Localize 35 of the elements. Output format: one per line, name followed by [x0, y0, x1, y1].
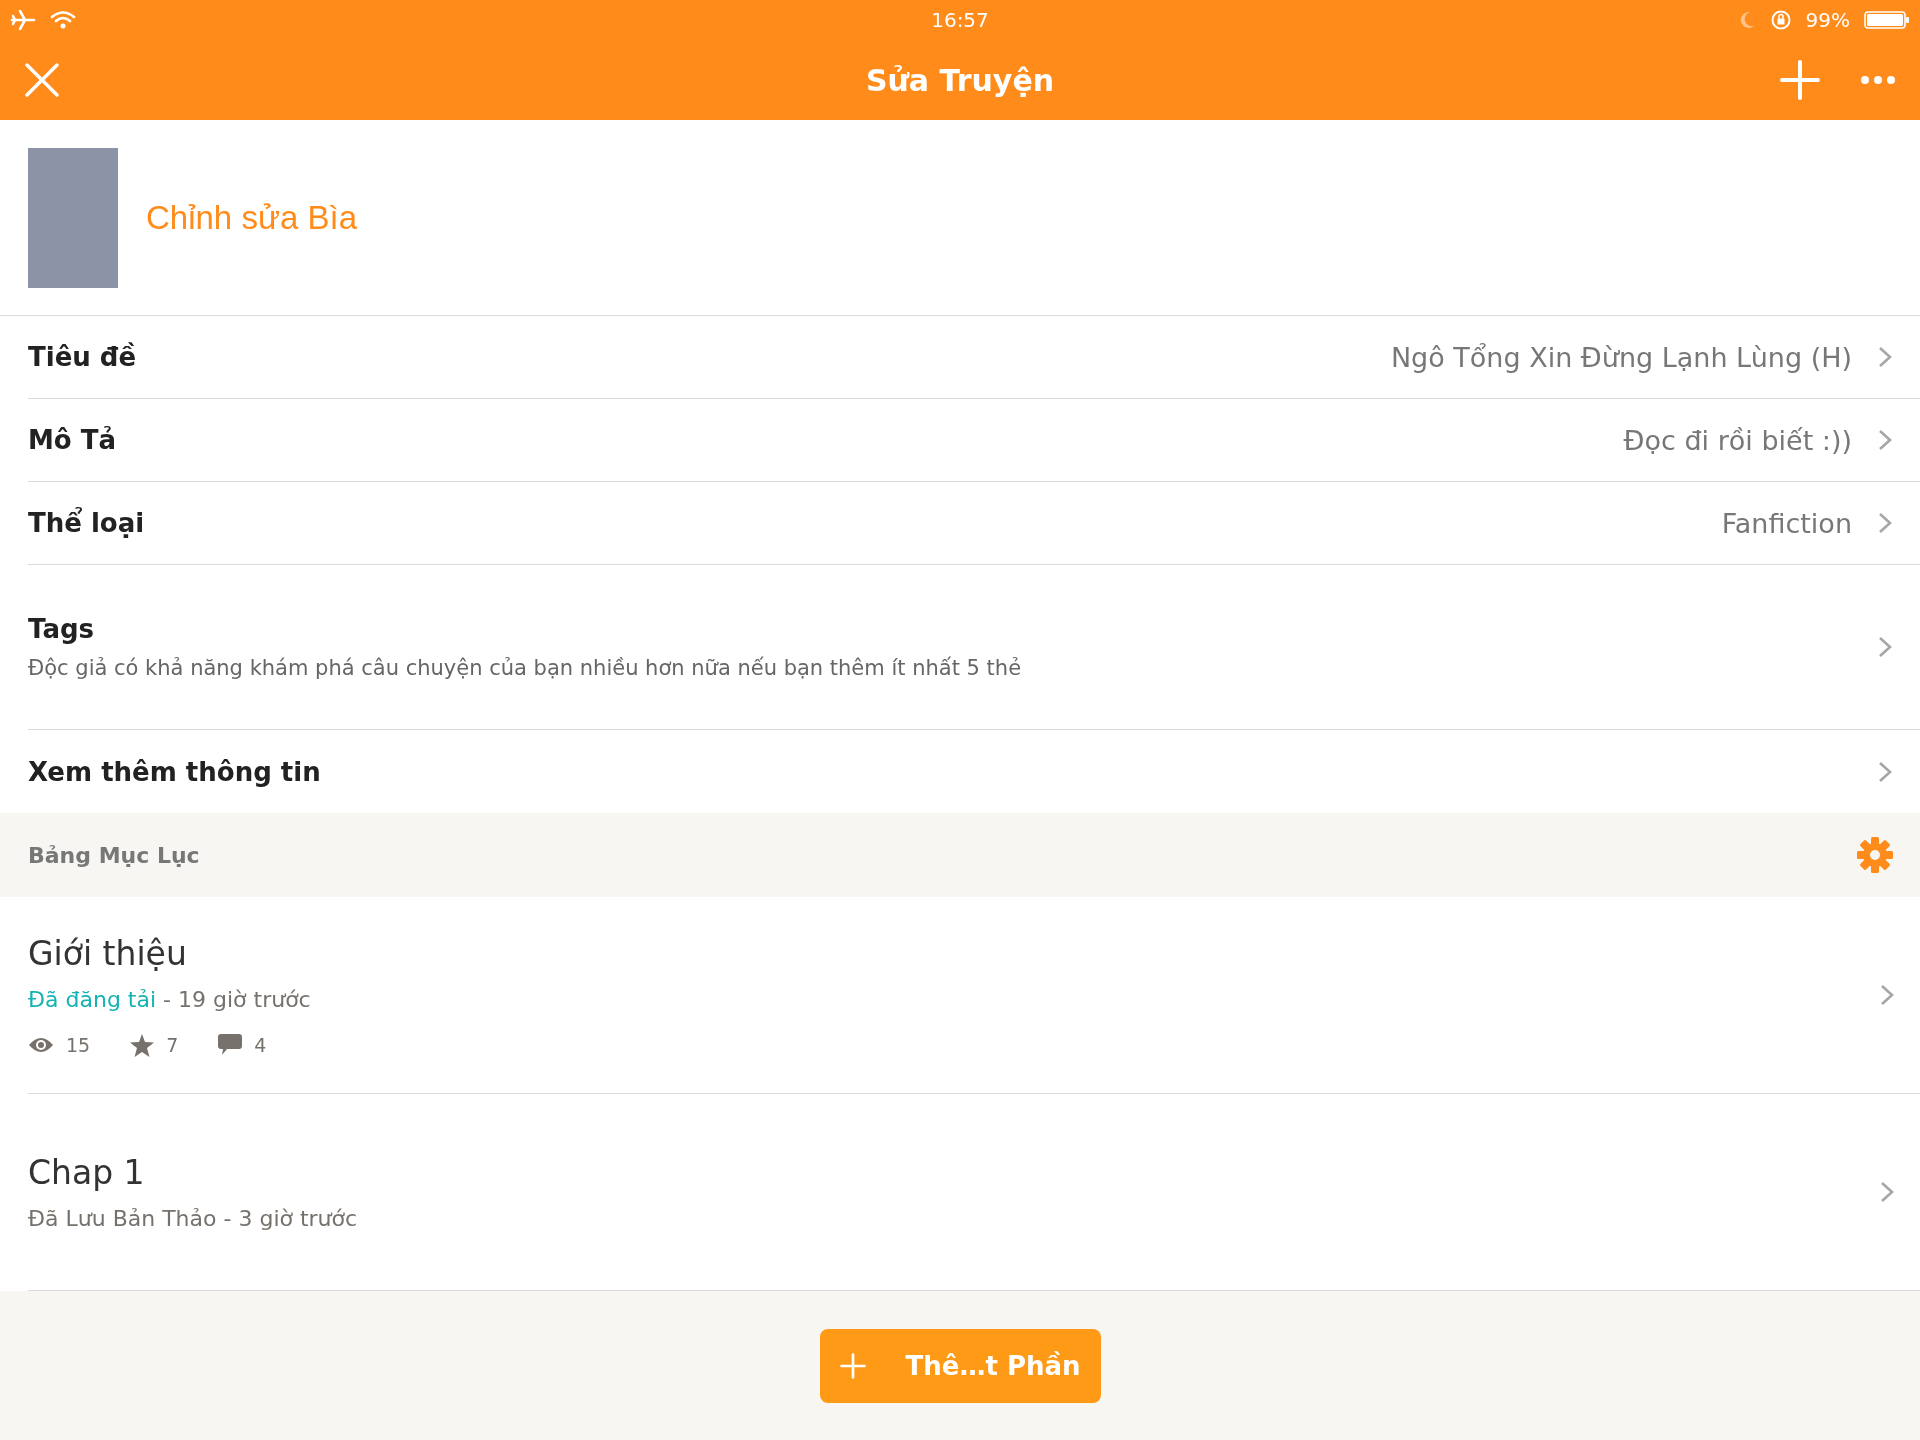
stat-count: 15 — [66, 1034, 91, 1056]
chevron-icon — [1878, 429, 1892, 451]
add-button[interactable] — [1780, 60, 1820, 100]
stat-count: 4 — [254, 1034, 267, 1056]
chevron-icon — [1880, 1181, 1894, 1203]
field-row[interactable]: Mô Tả Đọc đi rồi biết :)) — [28, 399, 1920, 482]
field-row[interactable]: Tiêu đề Ngô Tổng Xin Đừng Lạnh Lùng (H) — [28, 316, 1920, 399]
airplane-icon — [10, 9, 36, 31]
part-status: Đã Lưu Bản Thảo - 3 giờ trước — [28, 1206, 358, 1231]
status-time: 16:57 — [931, 8, 989, 32]
battery-icon — [1864, 10, 1910, 30]
chevron-icon — [1878, 636, 1892, 658]
chevron-icon — [1878, 346, 1892, 368]
settings-icon[interactable] — [1856, 836, 1894, 874]
eye-icon — [28, 1036, 54, 1054]
part-row[interactable]: Giới thiệu Đã đăng tải - 19 giờ trước 15 7 4 — [28, 897, 1920, 1094]
chevron-icon — [1880, 984, 1894, 1006]
part-title: Giới thiệu — [28, 933, 188, 973]
section-title: Bảng Mục Lục — [28, 842, 200, 868]
comment-icon — [218, 1034, 243, 1056]
chevron-icon — [1878, 512, 1892, 534]
stat-count: 7 — [166, 1034, 179, 1056]
part-title: Chap 1 — [28, 1153, 146, 1192]
close-button[interactable] — [24, 62, 60, 98]
wifi-icon — [50, 10, 76, 30]
battery-percent: 99% — [1805, 8, 1850, 32]
chevron-icon — [1878, 760, 1892, 783]
more-info-row[interactable]: Xem thêm thông tin — [28, 730, 1920, 813]
part-status: Đã đăng tải - 19 giờ trước — [28, 986, 311, 1012]
screen-title: Sửa Truyện — [865, 62, 1055, 98]
tags-row[interactable]: Tags Độc giả có khả năng khám phá câu chuyện của bạn nhiều hơn nữa nếu bạn thêm ít nhất 5 thẻ — [28, 565, 1920, 730]
star-icon — [130, 1033, 155, 1057]
field-row[interactable]: Thể loại Fanfiction — [28, 482, 1920, 565]
more-button[interactable] — [1860, 75, 1896, 85]
rotation-lock-icon — [1769, 9, 1792, 31]
